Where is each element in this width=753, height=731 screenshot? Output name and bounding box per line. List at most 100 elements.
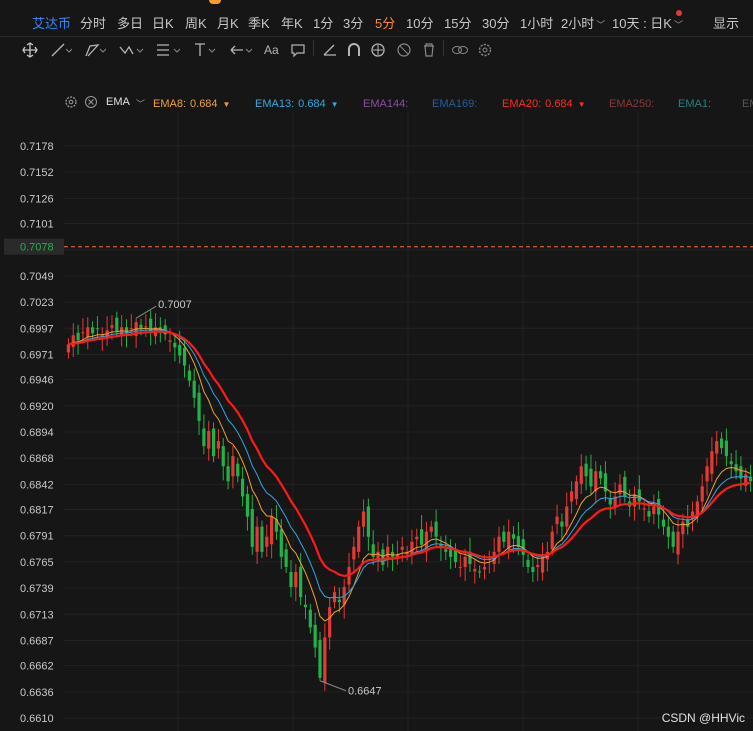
tab-6[interactable]: 季K <box>248 13 270 32</box>
fib-icon[interactable] <box>155 41 181 59</box>
candle-body <box>95 328 100 330</box>
y-tick-label: 0.7152 <box>20 167 54 179</box>
tab-label: 艾达币 <box>32 16 72 31</box>
ema-label: EMA169: <box>432 98 478 110</box>
candle-body <box>642 508 646 510</box>
gear-icon[interactable] <box>64 95 78 112</box>
note-icon[interactable] <box>290 41 306 59</box>
chart-area[interactable]: 0.7178 0.7152 0.7126 0.7101 0.7049 0.7023 0.69… <box>0 112 753 731</box>
candle-body <box>245 493 250 517</box>
candle-body <box>637 489 641 502</box>
tab-4[interactable]: 周K <box>185 13 207 32</box>
candle-body <box>579 466 583 484</box>
candle-body <box>144 326 148 328</box>
candle-body <box>569 491 574 502</box>
tab-11[interactable]: 10分 <box>406 13 433 32</box>
candle-body <box>584 463 588 477</box>
text-icon[interactable]: Aa <box>264 41 279 59</box>
candle-body <box>555 516 559 525</box>
candle-body <box>260 526 264 552</box>
candle-body <box>449 549 453 557</box>
y-tick-label: 0.6842 <box>20 479 54 491</box>
y-tick-label: 0.6817 <box>20 505 54 517</box>
candle-body <box>715 441 719 454</box>
y-tick-label: 0.6971 <box>20 349 54 361</box>
candle-body <box>81 332 85 334</box>
candle-body <box>574 481 579 499</box>
candle-body <box>400 546 404 550</box>
tab-7[interactable]: 年K <box>281 13 303 32</box>
tab-label: 年K <box>281 16 303 31</box>
tab-14[interactable]: 1小时 <box>520 13 553 32</box>
wave-icon[interactable] <box>118 41 144 59</box>
settings-icon[interactable] <box>477 41 493 59</box>
ema-item-5[interactable]: EMA250: <box>609 98 654 110</box>
candle-body <box>724 440 728 457</box>
close-icon[interactable] <box>84 95 98 112</box>
tab-label: 10天 : 日K <box>612 16 672 31</box>
tab-5[interactable]: 月K <box>217 13 239 32</box>
tab-label: 季K <box>248 16 270 31</box>
ema-item-6[interactable]: EMA1: <box>678 98 711 110</box>
ema-label: EMA13: <box>255 98 295 110</box>
candle-body <box>719 438 724 449</box>
candle-body <box>284 549 288 567</box>
tab-1[interactable]: 分时 <box>80 13 106 32</box>
chevron-down-icon[interactable]: ﹀ <box>136 97 145 110</box>
candle-body <box>197 392 201 421</box>
annotation-leader <box>319 680 347 692</box>
candle-body <box>415 536 419 540</box>
tab-0[interactable]: 艾达币 <box>32 13 71 32</box>
arrow-icon[interactable] <box>228 41 254 59</box>
tab-label: 15分 <box>444 16 472 31</box>
polyline-icon[interactable] <box>84 41 106 59</box>
candle-body <box>192 380 196 398</box>
sync-icon[interactable] <box>370 41 386 59</box>
ema-value: 0.684 <box>545 98 573 110</box>
eye-link-icon[interactable] <box>451 41 469 59</box>
tab-12[interactable]: 15分 <box>444 13 471 32</box>
tab-9[interactable]: 3分 <box>343 13 363 32</box>
tab-16[interactable]: 10天 : 日K ﹀ <box>612 13 683 32</box>
tab-15[interactable]: 2小时 ﹀ <box>561 13 605 32</box>
ema-item-7[interactable]: EMA <box>742 98 753 110</box>
notification-dot <box>676 10 682 16</box>
tab-label: 周K <box>185 16 207 31</box>
tab-8[interactable]: 1分 <box>313 13 333 32</box>
tab-label: 月K <box>217 16 239 31</box>
tab-13[interactable]: 30分 <box>482 13 509 32</box>
hide-icon[interactable] <box>396 41 412 59</box>
ema-item-3[interactable]: EMA169: <box>432 98 477 110</box>
tab-17[interactable]: 显示 <box>713 13 739 32</box>
tab-label: 5分 <box>375 16 396 31</box>
candle-body <box>168 340 172 342</box>
ema-item-2[interactable]: EMA144: <box>363 98 408 110</box>
candle-body <box>652 506 656 515</box>
magnet-icon[interactable] <box>346 41 362 59</box>
current-price-label: 0.7078 <box>20 242 54 254</box>
candle-body <box>540 556 545 573</box>
candle-body <box>337 599 341 603</box>
candle-body <box>594 471 598 492</box>
trash-icon[interactable] <box>421 41 437 59</box>
tab-2[interactable]: 多日 <box>117 13 143 32</box>
candle-body <box>226 466 230 482</box>
ema-item-0[interactable]: EMA8: 0.684 ▼ <box>153 98 230 110</box>
tab-3[interactable]: 日K <box>152 13 174 32</box>
ema-item-1[interactable]: EMA13: 0.684 ▼ <box>255 98 339 110</box>
candle-body <box>502 531 506 542</box>
tab-label: 3分 <box>343 16 364 31</box>
candle-body <box>66 344 71 353</box>
y-tick-label: 0.6894 <box>20 427 54 439</box>
crosshair-icon[interactable] <box>22 41 38 59</box>
line-icon[interactable] <box>50 41 72 59</box>
angle-icon[interactable] <box>322 41 338 59</box>
ema-label: EMA20: <box>502 98 542 110</box>
candle-body <box>270 516 274 545</box>
candle-body <box>511 534 516 539</box>
candle-body <box>361 511 366 527</box>
ema-item-4[interactable]: EMA20: 0.684 ▼ <box>502 98 586 110</box>
candle-body <box>550 531 554 550</box>
tab-10[interactable]: 5分 <box>375 13 395 32</box>
vertical-line-icon[interactable] <box>192 41 218 59</box>
